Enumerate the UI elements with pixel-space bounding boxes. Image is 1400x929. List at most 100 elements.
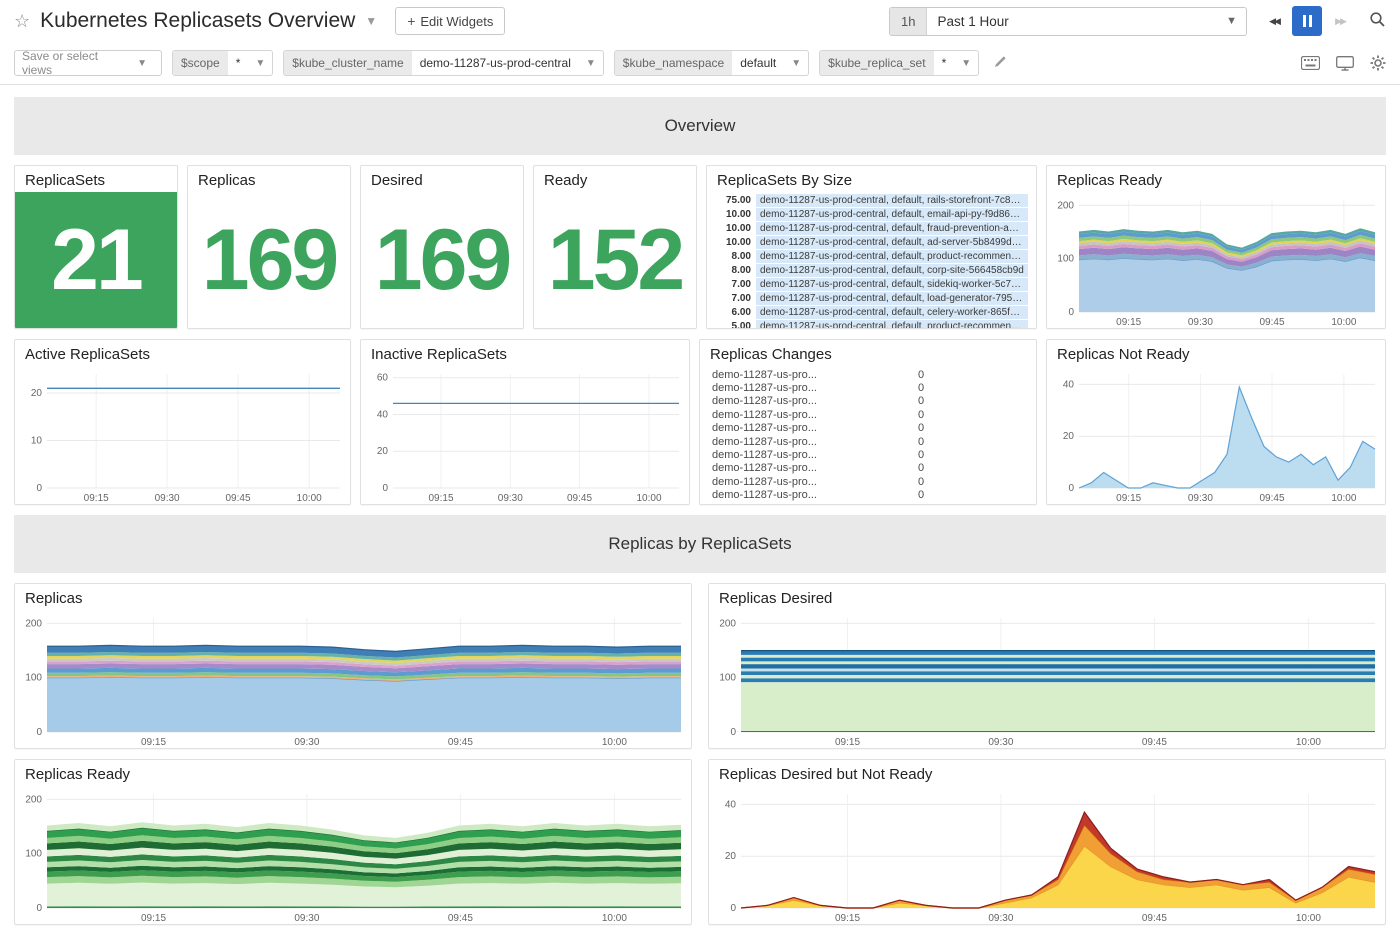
widget-replicas-timeseries[interactable]: Replicas 010020009:1509:3009:4510:00	[14, 583, 692, 749]
changes-row-label: demo-11287-us-pro...	[712, 476, 899, 488]
toplist-row[interactable]: 75.00demo-11287-us-prod-central, default…	[715, 194, 1028, 207]
toplist-bar: demo-11287-us-prod-central, default, cel…	[756, 306, 1028, 319]
changes-row-value: 0	[899, 395, 924, 407]
toplist-row[interactable]: 8.00demo-11287-us-prod-central, default,…	[715, 264, 1028, 277]
svg-text:60: 60	[377, 373, 389, 384]
timeseries-chart[interactable]: 010020009:1509:3009:4510:00	[1047, 192, 1385, 328]
changes-table-row[interactable]: demo-11287-us-pro...0	[700, 448, 1036, 461]
widget-ready-count[interactable]: Ready 152	[533, 165, 697, 329]
caret-down-icon: ▼	[248, 51, 272, 75]
timeseries-chart[interactable]: 020406009:1509:3009:4510:00	[361, 366, 689, 504]
svg-text:09:45: 09:45	[1259, 317, 1284, 328]
toplist-row[interactable]: 6.00 demo-11287-us-prod-central, default,…	[715, 306, 1028, 319]
svg-text:09:15: 09:15	[141, 737, 166, 748]
toplist-row[interactable]: 5.00demo-11287-us-prod-central, default,…	[715, 320, 1028, 328]
timeseries-chart[interactable]: 0102009:1509:3009:4510:00	[15, 366, 350, 504]
favorite-star-icon[interactable]: ☆	[14, 11, 30, 32]
template-var-kube-replica-set[interactable]: $kube_replica_set * ▼	[819, 50, 979, 76]
zoom-search-button[interactable]	[1369, 11, 1386, 31]
timeseries-chart[interactable]: 010020009:1509:3009:4510:00	[709, 610, 1385, 748]
time-range-picker[interactable]: 1h Past 1 Hour ▼	[889, 7, 1247, 36]
toplist-value: 6.00	[715, 307, 751, 318]
toplist-row[interactable]: 10.00demo-11287-us-prod-central, default…	[715, 208, 1028, 221]
timeseries-chart[interactable]: 010020009:1509:3009:4510:00	[15, 610, 691, 748]
toplist-row[interactable]: 10.00demo-11287-us-prod-central, default…	[715, 236, 1028, 249]
changes-row-value: 0	[899, 422, 924, 434]
skip-backward-button[interactable]: ◀◀	[1259, 6, 1289, 36]
template-var-kube-namespace[interactable]: $kube_namespace default ▼	[614, 50, 809, 76]
svg-text:10:00: 10:00	[636, 493, 661, 504]
widget-replicas-ready-top[interactable]: Replicas Ready 010020009:1509:3009:4510:…	[1046, 165, 1386, 329]
changes-row-label: demo-11287-us-pro...	[712, 462, 899, 474]
toplist-value: 10.00	[715, 209, 751, 220]
svg-text:100: 100	[719, 673, 736, 684]
pencil-icon	[993, 54, 1008, 69]
widget-title: Replicas Desired	[709, 584, 1385, 610]
widget-active-replicasets[interactable]: Active ReplicaSets 0102009:1509:3009:451…	[14, 339, 351, 505]
svg-text:0: 0	[36, 903, 42, 914]
changes-table-row[interactable]: demo-11287-us-pro...0	[700, 435, 1036, 448]
toplist-value: 8.00	[715, 265, 751, 276]
svg-text:09:45: 09:45	[1259, 493, 1284, 504]
timeseries-chart[interactable]: 0204009:1509:3009:4510:00	[1047, 366, 1385, 504]
svg-text:0: 0	[36, 727, 42, 738]
widget-replicas-desired[interactable]: Replicas Desired 010020009:1509:3009:451…	[708, 583, 1386, 749]
chart-svg: 0204009:1509:3009:4510:00	[709, 786, 1385, 924]
edit-widgets-button[interactable]: + Edit Widgets	[395, 7, 505, 35]
template-var-kube-cluster-name[interactable]: $kube_cluster_name demo-11287-us-prod-ce…	[283, 50, 604, 76]
svg-text:100: 100	[1057, 254, 1074, 265]
changes-row-label: demo-11287-us-pro...	[712, 382, 899, 394]
widget-replicas-desired-not-ready[interactable]: Replicas Desired but Not Ready 0204009:1…	[708, 759, 1386, 925]
widget-inactive-replicasets[interactable]: Inactive ReplicaSets 020406009:1509:3009…	[360, 339, 690, 505]
dashboard-settings-button[interactable]	[1370, 55, 1386, 71]
timeseries-chart[interactable]: 0204009:1509:3009:4510:00	[709, 786, 1385, 924]
toplist-value: 7.00	[715, 293, 751, 304]
changes-table-row[interactable]: demo-11287-us-pro...0	[700, 381, 1036, 394]
changes-table-row[interactable]: demo-11287-us-pro...0	[700, 462, 1036, 475]
changes-table-row[interactable]: demo-11287-us-pro...0	[700, 408, 1036, 421]
svg-text:09:15: 09:15	[428, 493, 453, 504]
svg-text:20: 20	[1063, 431, 1075, 442]
replicas-row-1: Replicas 010020009:1509:3009:4510:00 Rep…	[14, 583, 1386, 749]
keyboard-shortcuts-button[interactable]	[1301, 56, 1320, 70]
widget-replicasets-by-size[interactable]: ReplicaSets By Size 75.00demo-11287-us-p…	[706, 165, 1037, 329]
edit-template-vars-button[interactable]	[993, 54, 1008, 72]
title-chevron-down-icon[interactable]: ▼	[365, 14, 377, 28]
skip-forward-button[interactable]: ▶▶	[1325, 6, 1355, 36]
pause-button[interactable]	[1292, 6, 1322, 36]
timeseries-chart[interactable]: 010020009:1509:3009:4510:00	[15, 786, 691, 924]
widget-title: Replicas Desired but Not Ready	[709, 760, 1385, 786]
widget-replicas-ready-bottom[interactable]: Replicas Ready 010020009:1509:3009:4510:…	[14, 759, 692, 925]
query-value: 169	[188, 192, 350, 328]
saved-views-select[interactable]: Save or select views ▼	[14, 50, 162, 76]
changes-table-row[interactable]: demo-11287-us-pro...0	[700, 422, 1036, 435]
toplist-bar: demo-11287-us-prod-central, default, rai…	[756, 194, 1028, 207]
toplist-row[interactable]: 10.00demo-11287-us-prod-central, default…	[715, 222, 1028, 235]
template-var-scope[interactable]: $scope * ▼	[172, 50, 273, 76]
svg-text:10:00: 10:00	[602, 737, 627, 748]
widget-replicas-changes[interactable]: Replicas Changes demo-11287-us-pro...0de…	[699, 339, 1037, 505]
widget-title: Replicas	[188, 166, 350, 192]
svg-text:10:00: 10:00	[1331, 317, 1356, 328]
tv-mode-button[interactable]	[1336, 56, 1354, 71]
changes-table-row[interactable]: demo-11287-us-pro...0	[700, 489, 1036, 502]
toplist-value: 10.00	[715, 237, 751, 248]
toplist-row[interactable]: 7.00demo-11287-us-prod-central, default,…	[715, 292, 1028, 305]
toplist-value: 8.00	[715, 251, 751, 262]
changes-row-value: 0	[899, 382, 924, 394]
overview-row-1: ReplicaSets 21 Replicas 169 Desired 169 …	[14, 165, 1386, 329]
toplist-row[interactable]: 8.00demo-11287-us-prod-central, default,…	[715, 250, 1028, 263]
svg-text:09:30: 09:30	[988, 737, 1013, 748]
svg-text:40: 40	[377, 410, 389, 421]
changes-table-row[interactable]: demo-11287-us-pro...0	[700, 368, 1036, 381]
widget-replicasets-count[interactable]: ReplicaSets 21	[14, 165, 178, 329]
svg-text:09:15: 09:15	[141, 913, 166, 924]
changes-table-row[interactable]: demo-11287-us-pro...0	[700, 395, 1036, 408]
widget-replicas-not-ready[interactable]: Replicas Not Ready 0204009:1509:3009:451…	[1046, 339, 1386, 505]
toplist-row[interactable]: 7.00demo-11287-us-prod-central, default,…	[715, 278, 1028, 291]
widget-desired-count[interactable]: Desired 169	[360, 165, 524, 329]
changes-table-rows: demo-11287-us-pro...0demo-11287-us-pro..…	[700, 366, 1036, 504]
widget-replicas-count[interactable]: Replicas 169	[187, 165, 351, 329]
svg-text:100: 100	[25, 673, 42, 684]
changes-table-row[interactable]: demo-11287-us-pro...0	[700, 475, 1036, 488]
